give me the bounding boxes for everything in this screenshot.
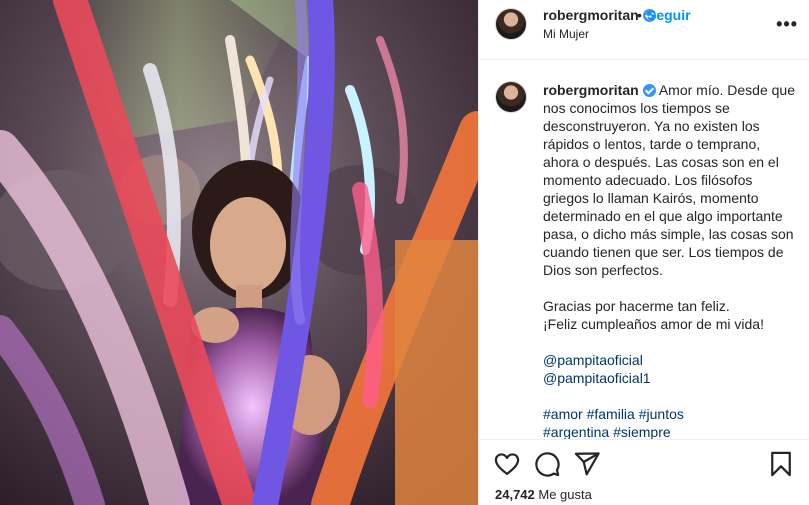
caption-line-gracias: Gracias por hacerme tan feliz. (543, 298, 730, 314)
verified-badge-icon (642, 84, 656, 97)
party-photo (0, 0, 478, 505)
caption-text: robergmoritan Amor mío. Desde que nos co… (543, 81, 798, 439)
post-actions-bar: 24,742 Me gusta (479, 439, 809, 505)
follow-button[interactable]: Seguir (647, 7, 691, 23)
mention-link[interactable]: @pampitaoficial (543, 352, 643, 368)
hashtag-link[interactable]: #argentina (543, 424, 609, 439)
post-location[interactable]: Mi Mujer (543, 27, 589, 41)
post-side-panel: robergmoritan • Seguir Mi Mujer ••• robe… (478, 0, 809, 505)
caption-line-feliz: ¡Feliz cumpleaños amor de mi vida! (543, 316, 764, 332)
bookmark-icon[interactable] (767, 450, 795, 478)
paper-plane-icon[interactable] (573, 450, 601, 478)
separator-dot: • (637, 7, 642, 23)
post-header: robergmoritan • Seguir Mi Mujer ••• (479, 0, 809, 60)
comment-icon[interactable] (533, 450, 561, 478)
author-avatar[interactable] (495, 8, 527, 40)
instagram-post: robergmoritan • Seguir Mi Mujer ••• robe… (0, 0, 809, 505)
hashtag-link[interactable]: #familia (587, 406, 635, 422)
likes-count[interactable]: 24,742 Me gusta (495, 487, 592, 502)
caption-author-avatar[interactable] (495, 81, 527, 113)
hashtag-link[interactable]: #juntos (639, 406, 684, 422)
more-options-icon[interactable]: ••• (776, 14, 798, 35)
mention-link[interactable]: @pampitaoficial1 (543, 370, 651, 386)
post-photo[interactable] (0, 0, 478, 505)
heart-icon[interactable] (493, 450, 521, 478)
hashtag-link[interactable]: #amor (543, 406, 583, 422)
hashtag-link[interactable]: #siempre (613, 424, 671, 439)
caption-paragraph: Amor mío. Desde que nos conocimos los ti… (543, 82, 795, 278)
caption-username[interactable]: robergmoritan (543, 82, 656, 98)
caption-section[interactable]: robergmoritan Amor mío. Desde que nos co… (479, 61, 809, 439)
